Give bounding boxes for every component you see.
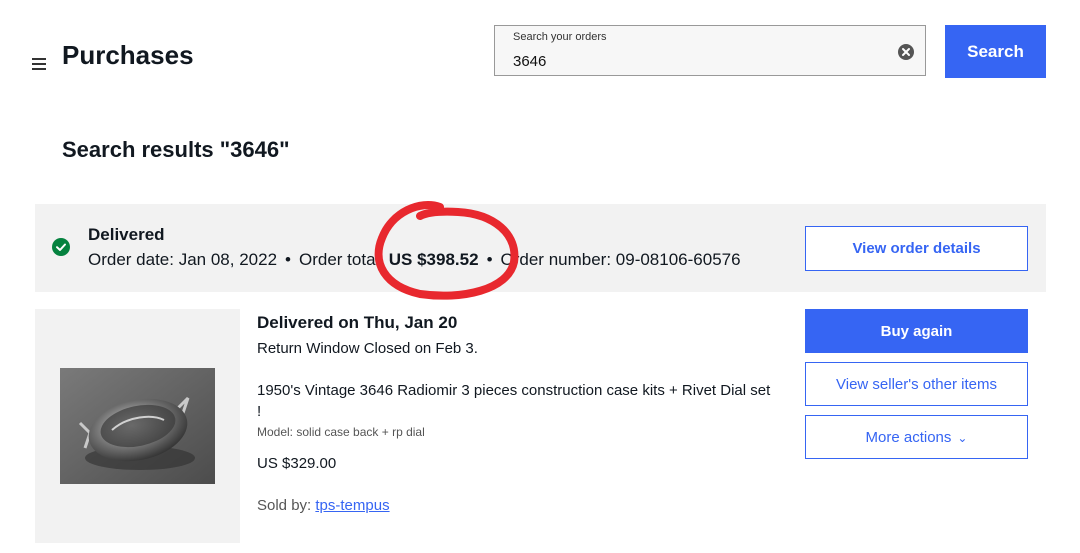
chevron-down-icon: ⌄ — [957, 430, 968, 445]
more-actions-button[interactable]: More actions ⌄ — [805, 415, 1028, 459]
order-number: Order number: 09-08106-60576 — [500, 250, 741, 269]
more-actions-label: More actions — [865, 428, 952, 446]
return-window-status: Return Window Closed on Feb 3. — [257, 340, 478, 357]
item-model: Model: solid case back + rp dial — [257, 425, 425, 439]
page-title: Purchases — [62, 40, 194, 70]
seller-link[interactable]: tps-tempus — [315, 497, 389, 514]
separator-dot: • — [285, 250, 291, 269]
delivery-date: Delivered on Thu, Jan 20 — [257, 313, 458, 332]
order-date: Order date: Jan 08, 2022 — [88, 250, 278, 269]
view-seller-items-button[interactable]: View seller's other items — [805, 362, 1028, 406]
sold-by: Sold by: tps-tempus — [257, 497, 390, 514]
order-meta: Order date: Jan 08, 2022 • Order total: US… — [88, 250, 741, 270]
view-order-details-button[interactable]: View order details — [805, 226, 1028, 271]
search-input[interactable] — [513, 50, 873, 72]
order-status: Delivered — [88, 225, 165, 244]
check-circle-icon — [52, 238, 70, 256]
clear-icon[interactable] — [898, 44, 914, 60]
hamburger-menu-icon[interactable] — [32, 58, 46, 72]
search-label: Search your orders — [513, 31, 607, 43]
item-image-container[interactable] — [35, 309, 240, 543]
buy-again-button[interactable]: Buy again — [805, 309, 1028, 353]
separator-dot: • — [486, 250, 493, 269]
search-field[interactable]: Search your orders — [494, 25, 926, 76]
order-total-label: Order total: — [298, 250, 385, 269]
order-total-value: US $398.52 — [388, 250, 479, 269]
search-button[interactable]: Search — [945, 25, 1046, 78]
item-title-link[interactable]: 1950's Vintage 3646 Radiomir 3 pieces co… — [257, 380, 777, 422]
search-results-title: Search results "3646" — [62, 137, 290, 162]
sold-by-label: Sold by: — [257, 497, 312, 514]
order-summary: Delivered Order date: Jan 08, 2022 • Order… — [35, 204, 1046, 292]
item-price: US $329.00 — [257, 455, 337, 472]
watch-case-photo[interactable] — [60, 368, 215, 484]
